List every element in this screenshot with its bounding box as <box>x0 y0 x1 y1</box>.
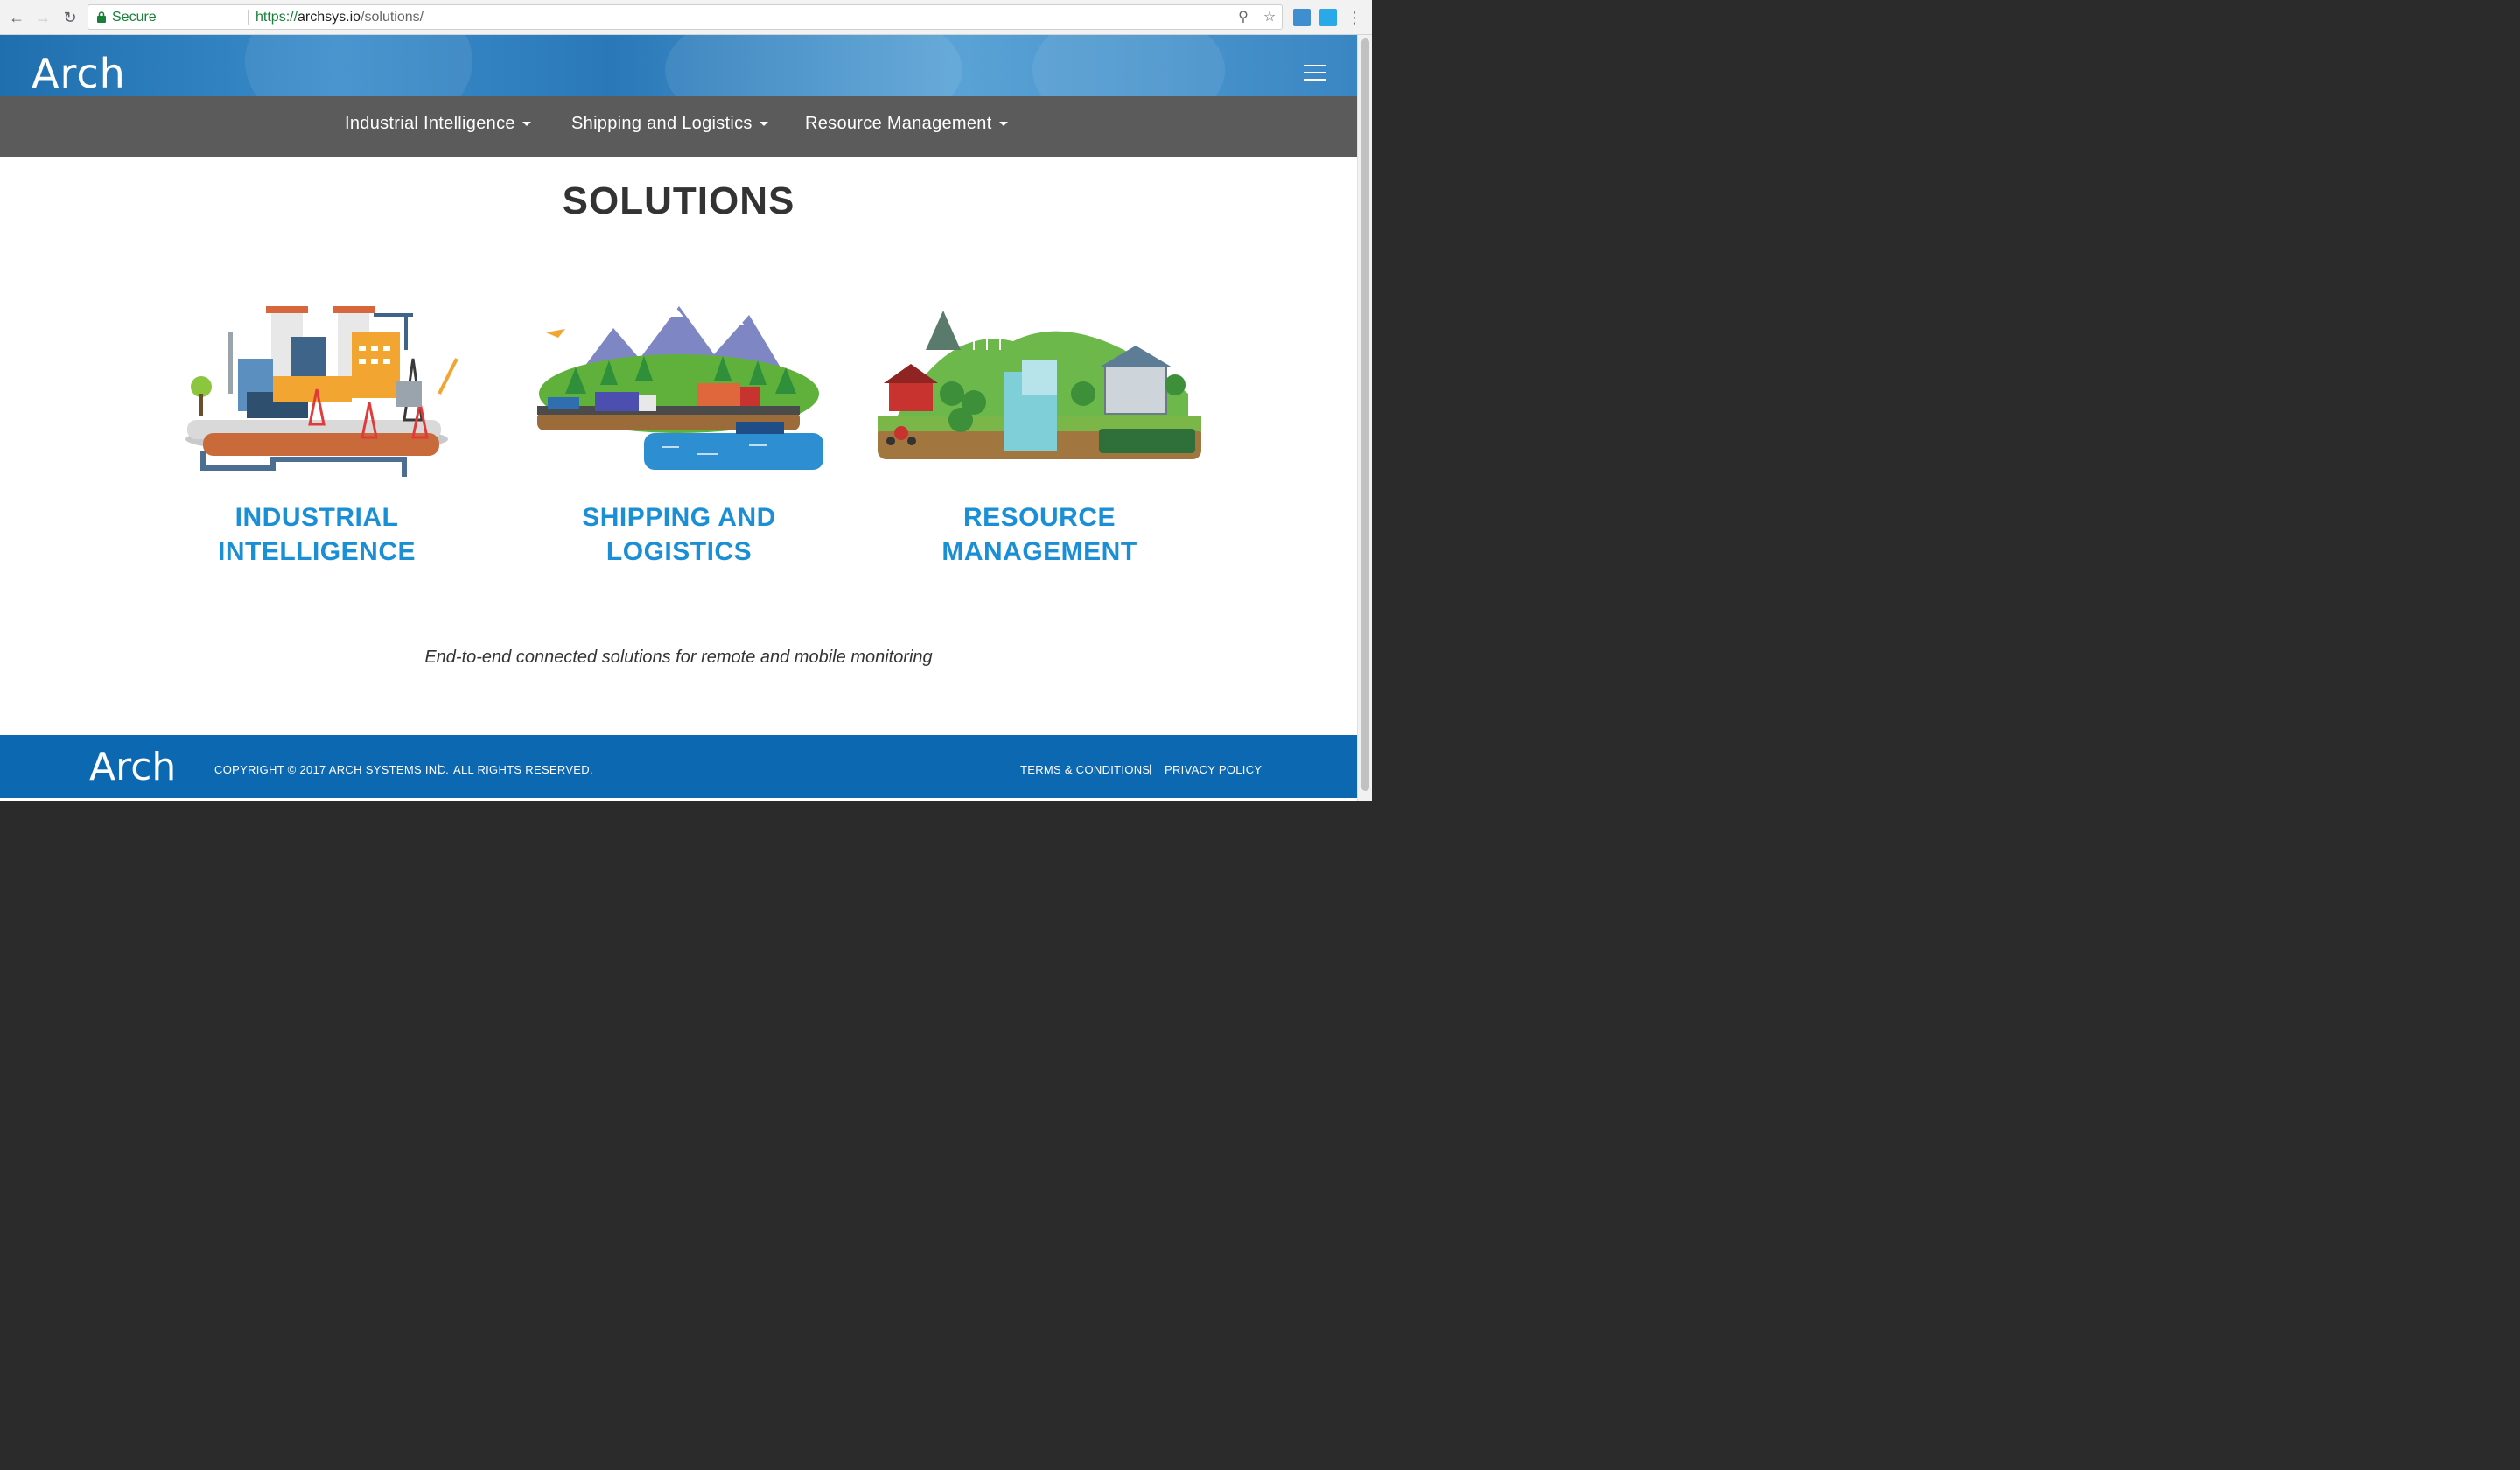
footer-separator: | <box>1149 762 1152 775</box>
nav-item-label: Resource Management <box>805 114 992 133</box>
bookmark-star-icon[interactable]: ☆ <box>1261 9 1278 26</box>
url-path: /solutions/ <box>360 10 424 24</box>
nav-item-label: Industrial Intelligence <box>345 114 515 133</box>
nav-item-industrial-intelligence[interactable]: Industrial Intelligence <box>345 113 531 134</box>
page-title: SOLUTIONS <box>562 179 795 222</box>
back-arrow-icon[interactable]: ← <box>6 7 27 28</box>
zoom-icon[interactable]: ⚲ <box>1235 9 1252 26</box>
url-scheme: https:// <box>256 10 298 24</box>
url-host: archsys.io <box>298 10 361 24</box>
nav-item-shipping-logistics[interactable]: Shipping and Logistics <box>571 113 768 134</box>
scrollbar[interactable] <box>1357 35 1372 801</box>
caret-down-icon <box>759 122 768 127</box>
card-title[interactable]: INDUSTRIAL INTELLIGENCE <box>150 500 483 569</box>
address-bar[interactable]: Secure https://archsys.io/solutions/ ⚲ ☆ <box>88 4 1283 30</box>
card-title-line: RESOURCE <box>962 503 1116 532</box>
banner-decoration <box>1032 35 1225 96</box>
footer-logo[interactable]: Arch <box>89 746 176 789</box>
lock-icon <box>97 11 106 23</box>
card-title-line: SHIPPING AND <box>582 503 776 532</box>
privacy-link[interactable]: PRIVACY POLICY <box>1165 763 1262 776</box>
browser-toolbar: ← → ↻ Secure https://archsys.io/solution… <box>0 0 1372 35</box>
banner-decoration <box>665 35 962 96</box>
footer-separator: | <box>438 762 441 775</box>
resource-illustration <box>878 311 1201 459</box>
card-title[interactable]: SHIPPING AND LOGISTICS <box>513 500 845 569</box>
card-title-line: INTELLIGENCE <box>217 537 416 566</box>
url-text[interactable]: https://archsys.io/solutions/ <box>256 5 424 29</box>
extension-icon[interactable] <box>1320 9 1337 26</box>
card-title[interactable]: RESOURCE MANAGEMENT <box>873 500 1206 569</box>
shipping-illustration <box>537 306 823 470</box>
tagline: End-to-end connected solutions for remot… <box>424 648 933 667</box>
extension-icon[interactable] <box>1293 9 1311 26</box>
browser-menu-icon[interactable]: ⋮ <box>1346 7 1363 28</box>
copyright-text: COPYRIGHT © 2017 ARCH SYSTEMS INC. <box>214 763 450 776</box>
card-title-line: LOGISTICS <box>606 537 752 566</box>
nav-item-label: Shipping and Logistics <box>571 114 752 133</box>
card-title-line: INDUSTRIAL <box>234 503 399 532</box>
industrial-illustration <box>186 306 458 477</box>
header-banner: Arch <box>0 35 1357 96</box>
solutions-nav: Industrial Intelligence Shipping and Log… <box>0 96 1357 157</box>
site-logo[interactable]: Arch <box>32 51 126 96</box>
scrollbar-thumb[interactable] <box>1362 38 1369 791</box>
web-page: Arch Industrial Intelligence Shipping an… <box>0 35 1357 801</box>
rights-text: ALL RIGHTS RESERVED. <box>453 763 593 776</box>
forward-arrow-icon[interactable]: → <box>32 7 53 28</box>
site-footer: Arch COPYRIGHT © 2017 ARCH SYSTEMS INC. … <box>0 735 1357 798</box>
caret-down-icon <box>522 122 531 127</box>
nav-item-resource-management[interactable]: Resource Management <box>805 113 1008 134</box>
banner-decoration <box>245 35 472 96</box>
terms-link[interactable]: TERMS & CONDITIONS <box>1020 763 1150 776</box>
secure-label: Secure <box>112 10 157 24</box>
caret-down-icon <box>998 122 1008 127</box>
reload-icon[interactable]: ↻ <box>60 7 80 28</box>
hamburger-menu-icon[interactable] <box>1304 65 1326 82</box>
card-title-line: MANAGEMENT <box>942 537 1138 566</box>
